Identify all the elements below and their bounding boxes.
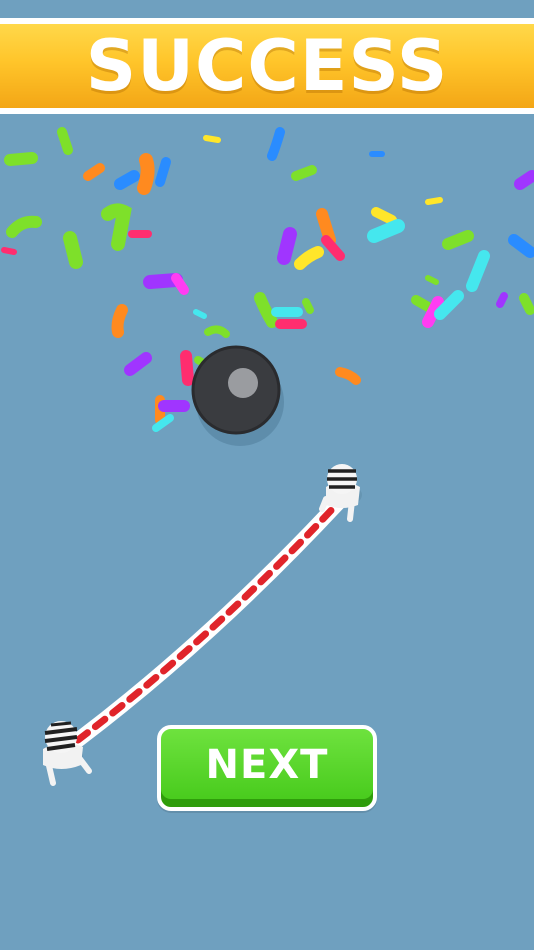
success-banner: SUCCESS [0,18,534,114]
chain [70,495,346,748]
next-button[interactable]: NEXT [157,725,377,811]
next-button-label: NEXT [205,742,329,788]
banner-title: SUCCESS [85,25,449,107]
wrecking-ball-icon [191,345,284,446]
